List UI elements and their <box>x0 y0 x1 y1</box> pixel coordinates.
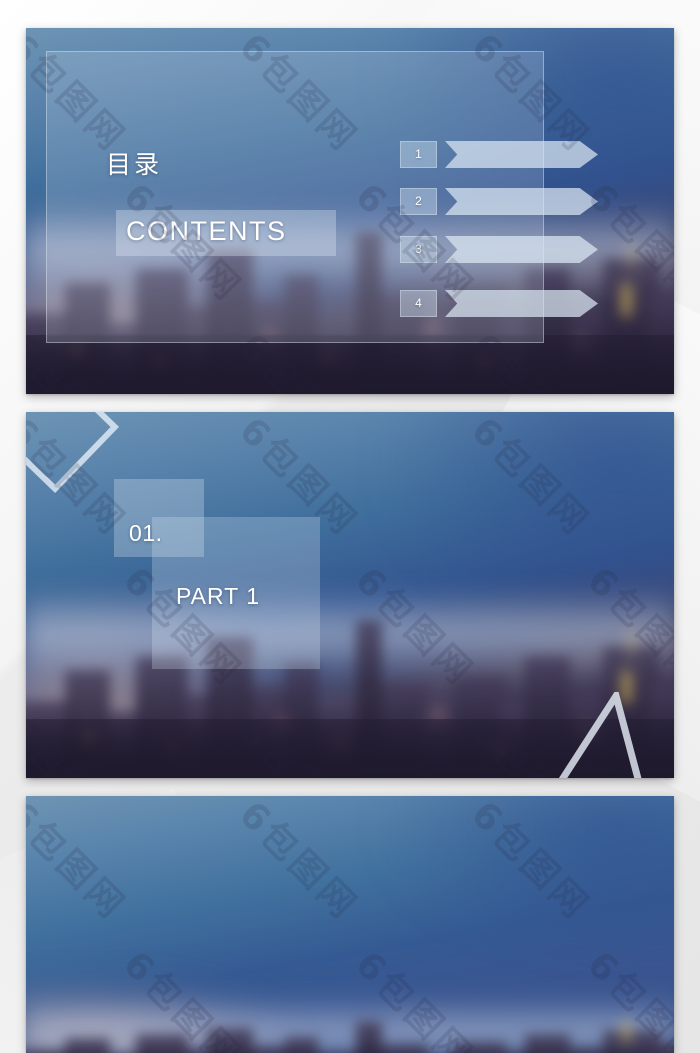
contents-item-number: 3 <box>400 236 437 263</box>
slide3-photo-background <box>26 796 674 1053</box>
photo-foreground <box>26 335 674 394</box>
page-title-en: CONTENTS <box>126 216 287 246</box>
contents-item-1[interactable]: 1 <box>400 141 598 168</box>
section-part-label: PART 1 <box>176 583 260 609</box>
contents-item-3[interactable]: 3 <box>400 236 598 263</box>
contents-item-4[interactable]: 4 <box>400 290 598 317</box>
slide-blank-photo[interactable]: 6包图网6包图网6包图网6包图网6包图网6包图网6包图网6包图网6包图网6包图网… <box>26 796 674 1053</box>
slide-contents[interactable]: 目录 CONTENTS 1 2 3 4 6包图网6包图网6包图网6包图网6包图网… <box>26 28 674 394</box>
photo-skyline <box>26 1020 674 1053</box>
contents-item-ribbon[interactable] <box>445 141 598 168</box>
triangle-outline-decoration <box>558 692 642 778</box>
contents-item-number: 4 <box>400 290 437 317</box>
section-number-label: 01. <box>129 520 163 546</box>
photo-sky-deep-blue <box>375 796 674 956</box>
contents-item-number: 1 <box>400 141 437 168</box>
page-title-cn: 目录 <box>106 150 163 179</box>
contents-item-ribbon[interactable] <box>445 290 598 317</box>
contents-item-ribbon[interactable] <box>445 188 598 215</box>
contents-item-number: 2 <box>400 188 437 215</box>
contents-item-ribbon[interactable] <box>445 236 598 263</box>
contents-item-2[interactable]: 2 <box>400 188 598 215</box>
slide-section-divider[interactable]: 01. PART 1 6包图网6包图网6包图网6包图网6包图网6包图网6包图网6… <box>26 412 674 778</box>
